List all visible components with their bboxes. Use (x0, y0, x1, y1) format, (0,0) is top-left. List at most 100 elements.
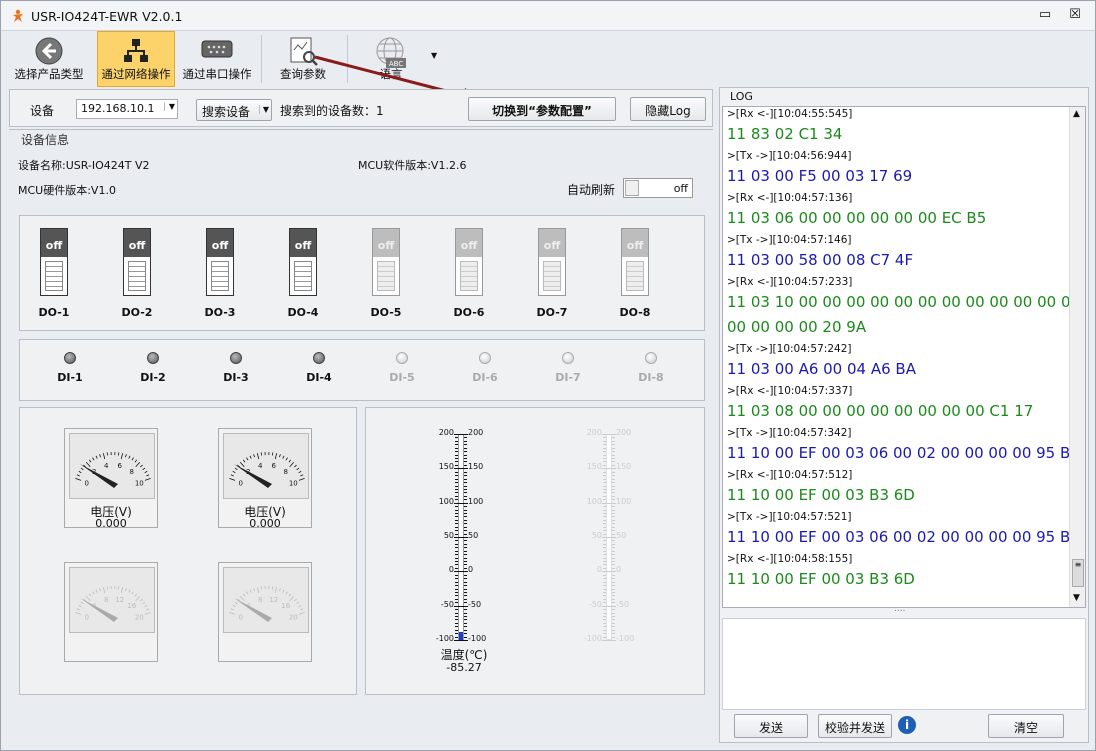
device-ip-combo[interactable]: 192.168.10.1 ▼ (76, 99, 178, 119)
thermo-minor-tick (603, 550, 606, 552)
chevron-down-icon[interactable]: ▼ (258, 105, 269, 114)
scroll-up-icon[interactable]: ▲ (1073, 109, 1080, 119)
serial-operation-button[interactable]: 通过串口操作 (179, 31, 255, 87)
auto-refresh-toggle[interactable]: off (623, 178, 693, 198)
log-line: >[Rx <-][10:04:58:155] (727, 553, 853, 565)
thermo-minor-tick (612, 530, 615, 532)
send-button[interactable]: 发送 (734, 714, 808, 738)
thermo-minor-tick (455, 581, 458, 583)
thermo-minor-tick (464, 468, 467, 470)
thermo-minor-tick (612, 554, 615, 556)
do-switch[interactable]: off (206, 228, 234, 296)
thermo-minor-tick (464, 640, 467, 641)
thermo-minor-tick (612, 540, 615, 542)
minimize-button[interactable]: ▭ (1035, 7, 1055, 25)
do-switch[interactable]: off (538, 228, 566, 296)
thermo-minor-tick (603, 591, 606, 593)
thermo-minor-tick (455, 495, 458, 497)
log-line: >[Rx <-][10:04:57:337] (727, 385, 853, 397)
thermo-minor-tick (612, 585, 615, 587)
thermo-minor-tick (603, 488, 606, 490)
gauge-tick (249, 589, 252, 593)
chevron-down-icon[interactable]: ▼ (163, 102, 175, 111)
thermo-minor-tick (612, 461, 615, 463)
thermo-minor-tick (464, 574, 467, 576)
thermo-minor-tick (455, 629, 458, 631)
thermo-minor-tick (603, 557, 606, 559)
log-line: 11 03 00 F5 00 03 17 69 (727, 167, 913, 185)
log-line: >[Rx <-][10:04:57:512] (727, 469, 853, 481)
gauge-tick-label: 20 (289, 613, 298, 621)
clear-button[interactable]: 清空 (988, 714, 1064, 738)
log-view[interactable]: >[Rx <-][10:04:55:545] 11 83 02 C1 34 >[Tx… (722, 106, 1086, 608)
thermo-minor-tick (464, 567, 467, 569)
select-product-button[interactable]: 选择产品类型 (11, 31, 87, 87)
do-switch[interactable]: off (40, 228, 68, 296)
network-operation-button[interactable]: 通过网络操作 (97, 31, 175, 87)
di-led-icon (562, 352, 574, 364)
scroll-thumb[interactable]: ≡ (1072, 559, 1084, 587)
device-label: 设备 (30, 104, 55, 118)
thermo-minor-tick (464, 602, 467, 604)
thermo-minor-tick (612, 440, 615, 442)
gauge-tick (230, 474, 234, 477)
gauge-tick (256, 453, 260, 460)
do-switch[interactable]: off (289, 228, 317, 296)
do-switch[interactable]: off (621, 228, 649, 296)
thermo-tick-label-right: 200 (468, 428, 484, 437)
thermo-minor-tick (464, 506, 467, 508)
thermo-minor-tick (612, 636, 615, 638)
do-switch[interactable]: off (123, 228, 151, 296)
gauge-tick (300, 608, 304, 611)
device-ip-value: 192.168.10.1 (81, 102, 155, 115)
search-device-button[interactable]: 搜索设备 ▼ (196, 99, 272, 121)
toggle-knob (625, 180, 639, 196)
gauge-tick (85, 596, 91, 602)
gauges-panel: 0246810电压(V)0.0000246810电压(V)0.000048121… (19, 407, 357, 695)
hide-log-button[interactable]: 隐藏Log (630, 97, 706, 121)
thermo-minor-tick (455, 464, 458, 466)
gauge-tick (282, 455, 285, 459)
thermo-minor-tick (464, 550, 467, 552)
gauge-tick (120, 453, 124, 460)
gauge-tick (125, 588, 127, 592)
thermo-minor-tick (603, 447, 606, 449)
thermo-tick-label-left: 50 (443, 530, 454, 540)
thermo-minor-tick (603, 585, 606, 587)
thermo-minor-tick (455, 602, 458, 604)
thermo-minor-tick (455, 626, 458, 628)
gauge-tick-label: 0 (238, 613, 242, 621)
do-switch[interactable]: off (372, 228, 400, 296)
do-switch[interactable]: off (455, 228, 483, 296)
thermo-minor-tick (612, 609, 615, 611)
gauge-tick (80, 467, 84, 471)
gauge-tick (78, 470, 82, 474)
gauge-tick (285, 457, 288, 461)
log-splitter[interactable]: .... (894, 604, 905, 614)
thermo-minor-tick (464, 499, 467, 501)
send-textarea[interactable] (722, 618, 1086, 710)
checksum-send-button[interactable]: 校验并发送 (818, 714, 892, 738)
switch-to-config-button[interactable]: 切换到“参数配置” (468, 97, 616, 121)
thermo-minor-tick (464, 636, 467, 638)
thermo-minor-tick (603, 564, 606, 566)
gauge-tick (288, 593, 292, 597)
do-switch-state: off (539, 229, 565, 257)
gauge-tick-label: 0 (84, 613, 88, 621)
log-scrollbar[interactable]: ▲ ≡ ▼ (1069, 107, 1085, 607)
thermo-minor-tick (455, 615, 458, 617)
thermo-minor-tick (455, 585, 458, 587)
thermo-minor-tick (455, 482, 458, 484)
info-icon[interactable]: i (898, 716, 916, 734)
close-button[interactable]: ☒ (1065, 7, 1085, 25)
thermo-minor-tick (464, 598, 467, 600)
thermo-minor-tick (464, 615, 467, 617)
found-count-text: 搜索到的设备数：1 (280, 102, 384, 119)
thermo-minor-tick (603, 485, 606, 487)
thermometer: 200 200 150 150 100 100 50 50 0 0 -50 -50 -100 -100 温度… (434, 428, 494, 678)
thermo-minor-tick (603, 561, 606, 563)
thermo-minor-tick (612, 533, 615, 535)
scroll-down-icon[interactable]: ▼ (1073, 593, 1080, 603)
thermo-minor-tick (455, 475, 458, 477)
thermo-minor-tick (464, 605, 467, 607)
